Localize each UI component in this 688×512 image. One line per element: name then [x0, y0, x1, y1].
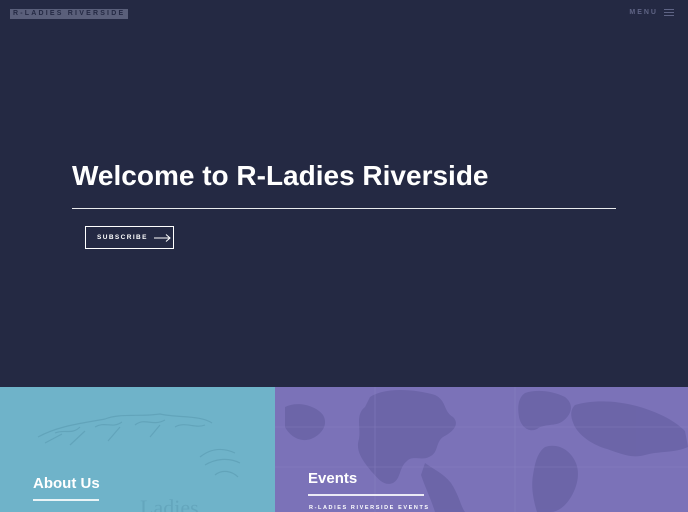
menu-button[interactable]: MENU	[629, 9, 674, 16]
events-divider	[308, 494, 424, 496]
about-us-title: About Us	[33, 475, 100, 492]
events-subtitle: R-LADIES RIVERSIDE EVENTS	[309, 505, 430, 511]
events-tile[interactable]: Events R-LADIES RIVERSIDE EVENTS	[275, 387, 688, 512]
menu-label: MENU	[629, 9, 658, 16]
hero-title: Welcome to R-Ladies Riverside	[72, 160, 489, 191]
events-title: Events	[308, 470, 358, 487]
arrow-right-icon	[153, 233, 171, 242]
hero-divider	[72, 208, 616, 209]
mountain-sketch-art: Ladies	[37, 413, 241, 512]
subscribe-button[interactable]: SUBSCRIBE	[85, 226, 174, 249]
about-us-tile[interactable]: Ladies About Us	[0, 387, 275, 512]
svg-text:Ladies: Ladies	[140, 495, 199, 512]
site-header: R-LADIES RIVERSIDE MENU	[0, 0, 688, 28]
site-logo[interactable]: R-LADIES RIVERSIDE	[10, 9, 129, 19]
hamburger-icon	[664, 9, 674, 16]
about-us-divider	[33, 499, 99, 501]
subscribe-label: SUBSCRIBE	[97, 234, 148, 241]
